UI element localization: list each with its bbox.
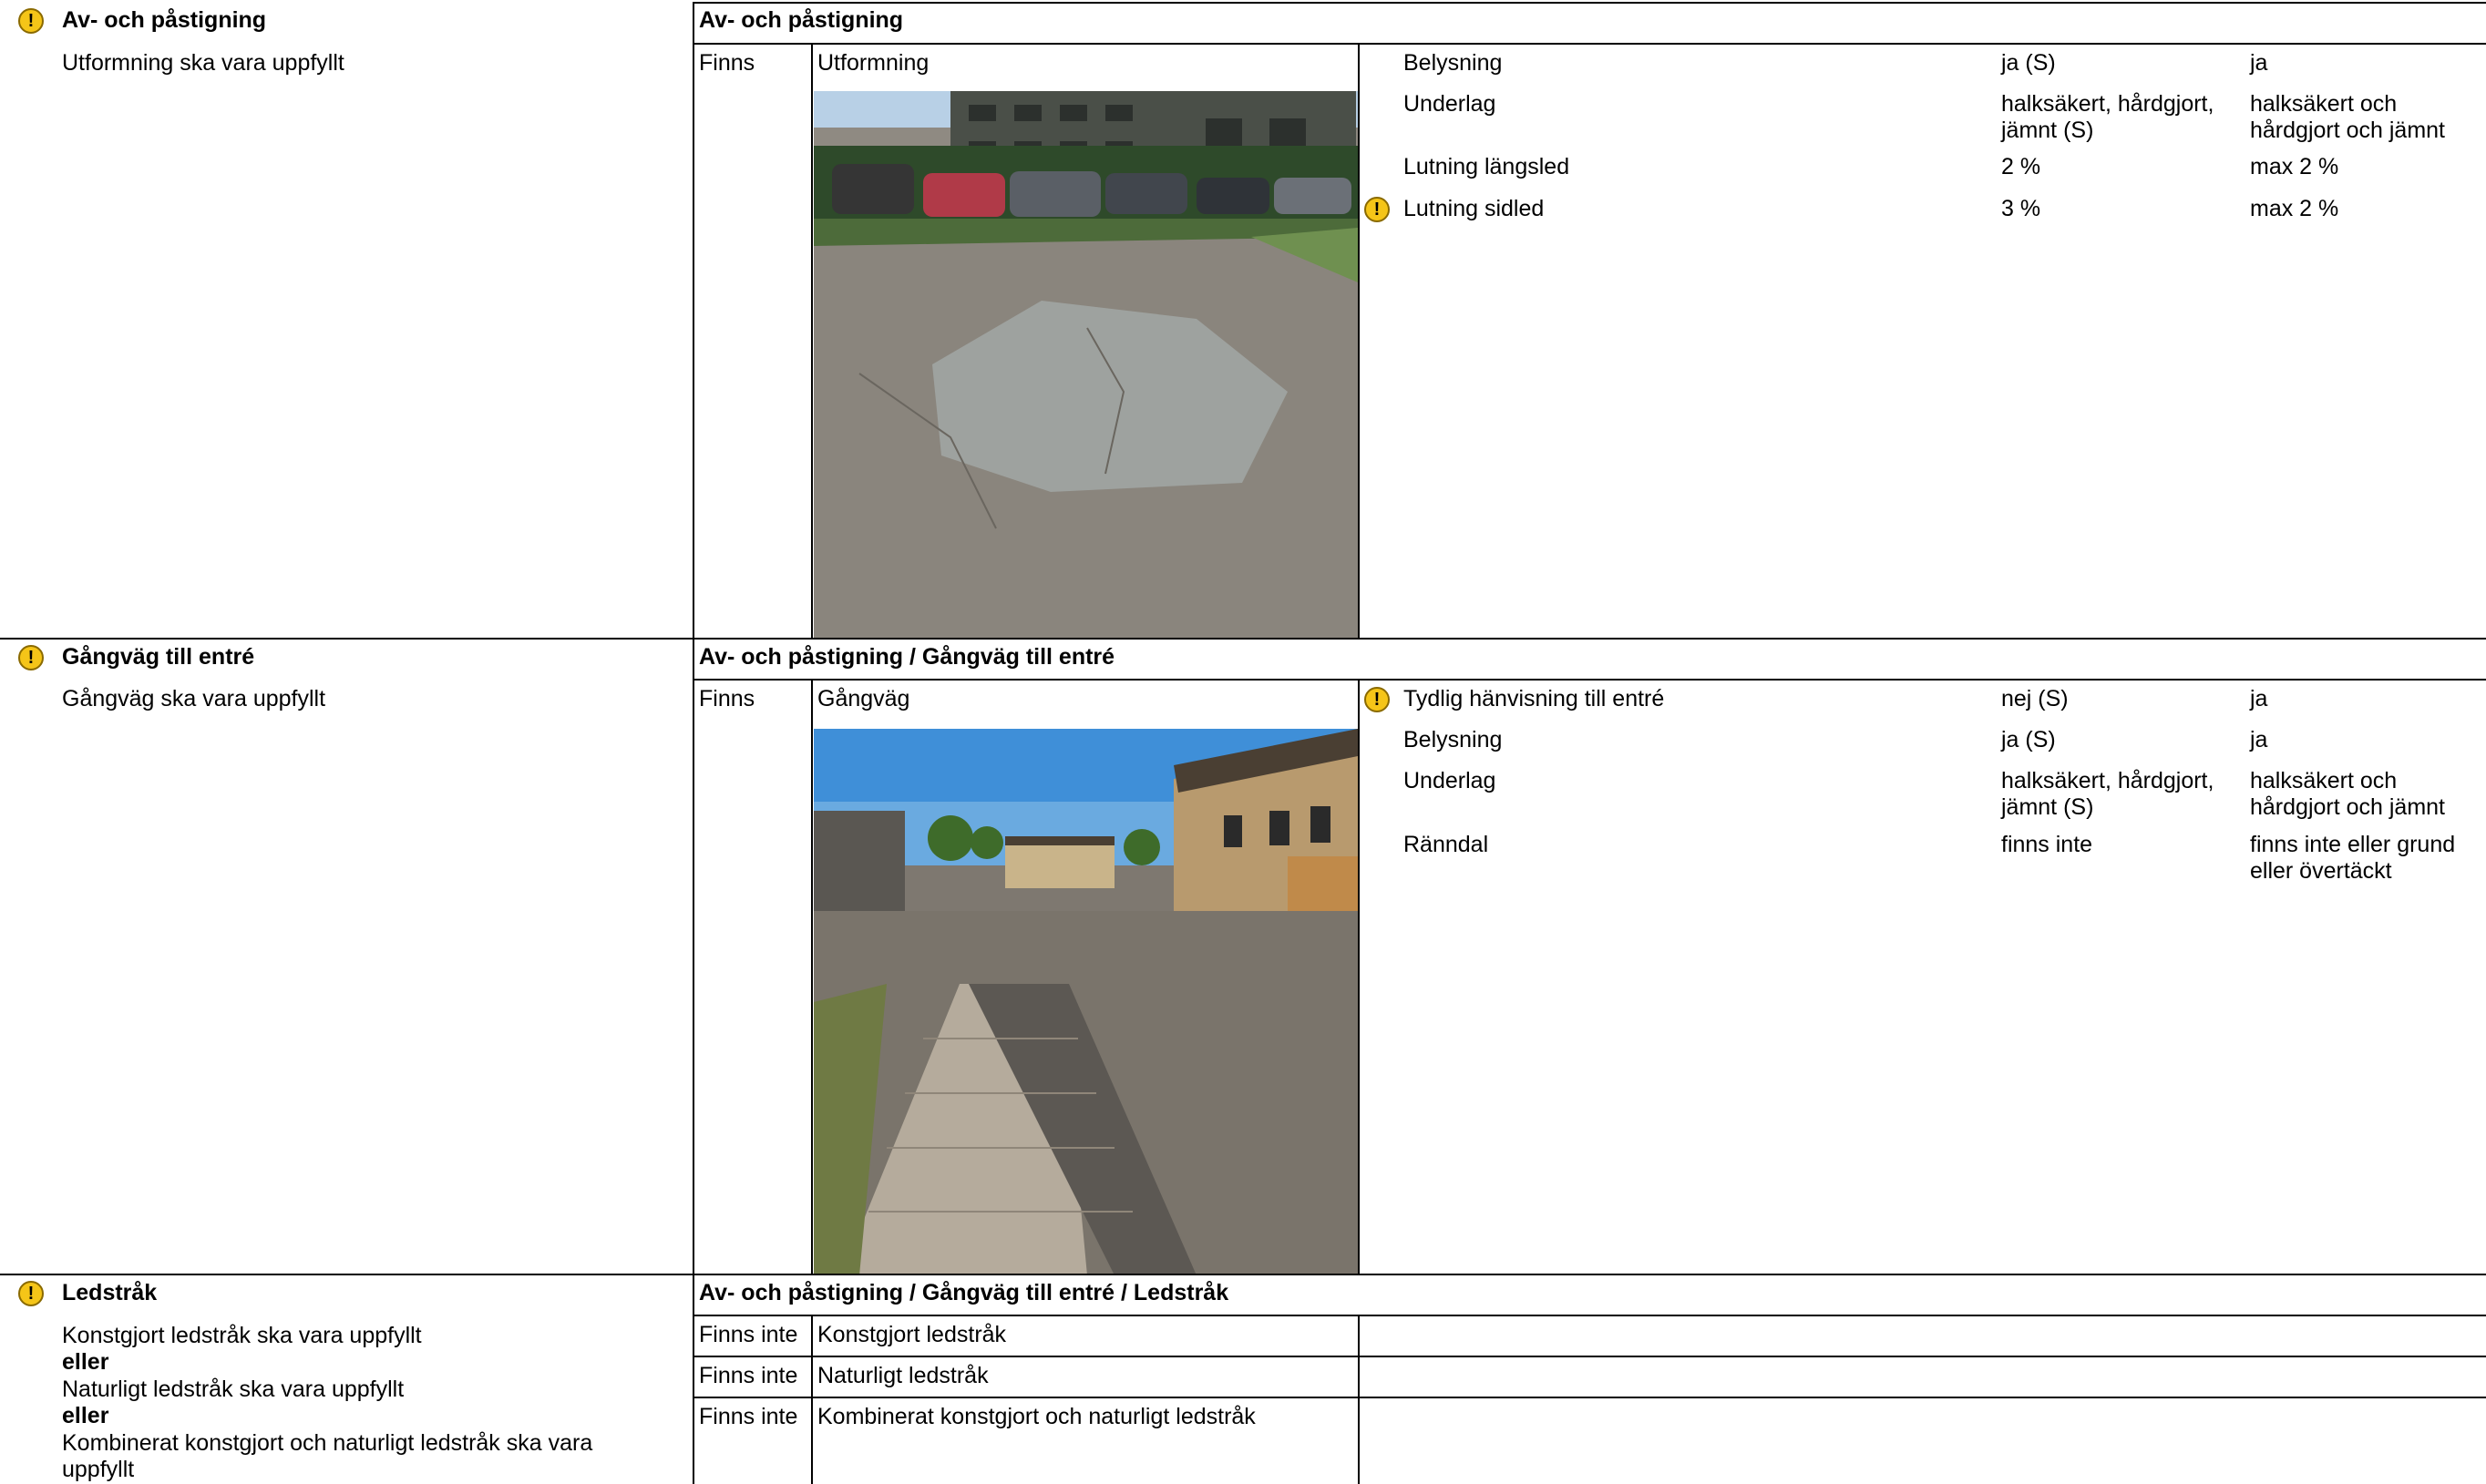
prop-value: 2 % <box>2001 154 2041 179</box>
prop-label: Belysning <box>1403 50 1503 76</box>
prop-value: 3 % <box>2001 196 2041 221</box>
prop-label: Underlag <box>1403 768 1496 793</box>
prop-value: ja (S) <box>2001 727 2056 752</box>
section-title: Av- och påstigning <box>62 7 267 33</box>
section-requirement: Utformning ska vara uppfyllt <box>62 50 344 76</box>
warning-icon: ! <box>1364 687 1390 712</box>
prop-value: halksäkert, hårdgjort, jämnt (S) <box>2001 768 2214 820</box>
row-name: Naturligt ledstråk <box>817 1363 989 1388</box>
prop-value: halksäkert, hårdgjort, jämnt (S) <box>2001 91 2214 143</box>
section-requirement: Naturligt ledstråk ska vara uppfyllt <box>62 1377 405 1402</box>
requirement-connector: eller <box>62 1403 109 1428</box>
row-name: Gångväg <box>817 686 910 711</box>
prop-requirement: max 2 % <box>2250 196 2339 221</box>
warning-icon: ! <box>18 645 44 670</box>
prop-label: Lutning längsled <box>1403 154 1570 179</box>
section-requirement: Gångväg ska vara uppfyllt <box>62 686 326 711</box>
row-status: Finns inte <box>699 1322 798 1347</box>
row-name: Konstgjort ledstråk <box>817 1322 1007 1347</box>
row-name: Kombinerat konstgjort och naturligt leds… <box>817 1404 1256 1429</box>
prop-label: Lutning sidled <box>1403 196 1545 221</box>
warning-icon: ! <box>18 8 44 34</box>
prop-requirement: ja <box>2250 727 2268 752</box>
prop-requirement: finns inte eller grund eller övertäckt <box>2250 832 2456 884</box>
prop-label: Tydlig hänvisning till entré <box>1403 686 1665 711</box>
prop-requirement: ja <box>2250 50 2268 76</box>
section-path: Av- och påstigning <box>699 7 904 33</box>
requirement-connector: eller <box>62 1349 109 1375</box>
section-requirement: Kombinerat konstgjort och naturligt leds… <box>62 1430 593 1482</box>
row-status: Finns inte <box>699 1404 798 1429</box>
prop-value: finns inte <box>2001 832 2093 857</box>
prop-value: nej (S) <box>2001 686 2069 711</box>
section-path: Av- och påstigning / Gångväg till entré … <box>699 1280 1229 1305</box>
prop-requirement: max 2 % <box>2250 154 2339 179</box>
prop-label: Belysning <box>1403 727 1503 752</box>
section-path: Av- och påstigning / Gångväg till entré <box>699 644 1115 670</box>
prop-label: Ränndal <box>1403 832 1489 857</box>
prop-requirement: ja <box>2250 686 2268 711</box>
prop-requirement: halksäkert och hårdgjort och jämnt <box>2250 768 2446 820</box>
section-title: Ledstråk <box>62 1280 158 1305</box>
warning-icon: ! <box>1364 197 1390 222</box>
section-title: Gångväg till entré <box>62 644 255 670</box>
row-status: Finns inte <box>699 1363 798 1388</box>
section-requirement: Konstgjort ledstråk ska vara uppfyllt <box>62 1323 422 1348</box>
row-name: Utformning <box>817 50 930 76</box>
row-status: Finns <box>699 686 755 711</box>
photo-walkway <box>814 729 1358 1275</box>
row-status: Finns <box>699 50 755 76</box>
prop-label: Underlag <box>1403 91 1496 117</box>
prop-requirement: halksäkert och hårdgjort och jämnt <box>2250 91 2446 143</box>
warning-icon: ! <box>18 1281 44 1306</box>
prop-value: ja (S) <box>2001 50 2056 76</box>
photo-parking-area <box>814 91 1358 640</box>
